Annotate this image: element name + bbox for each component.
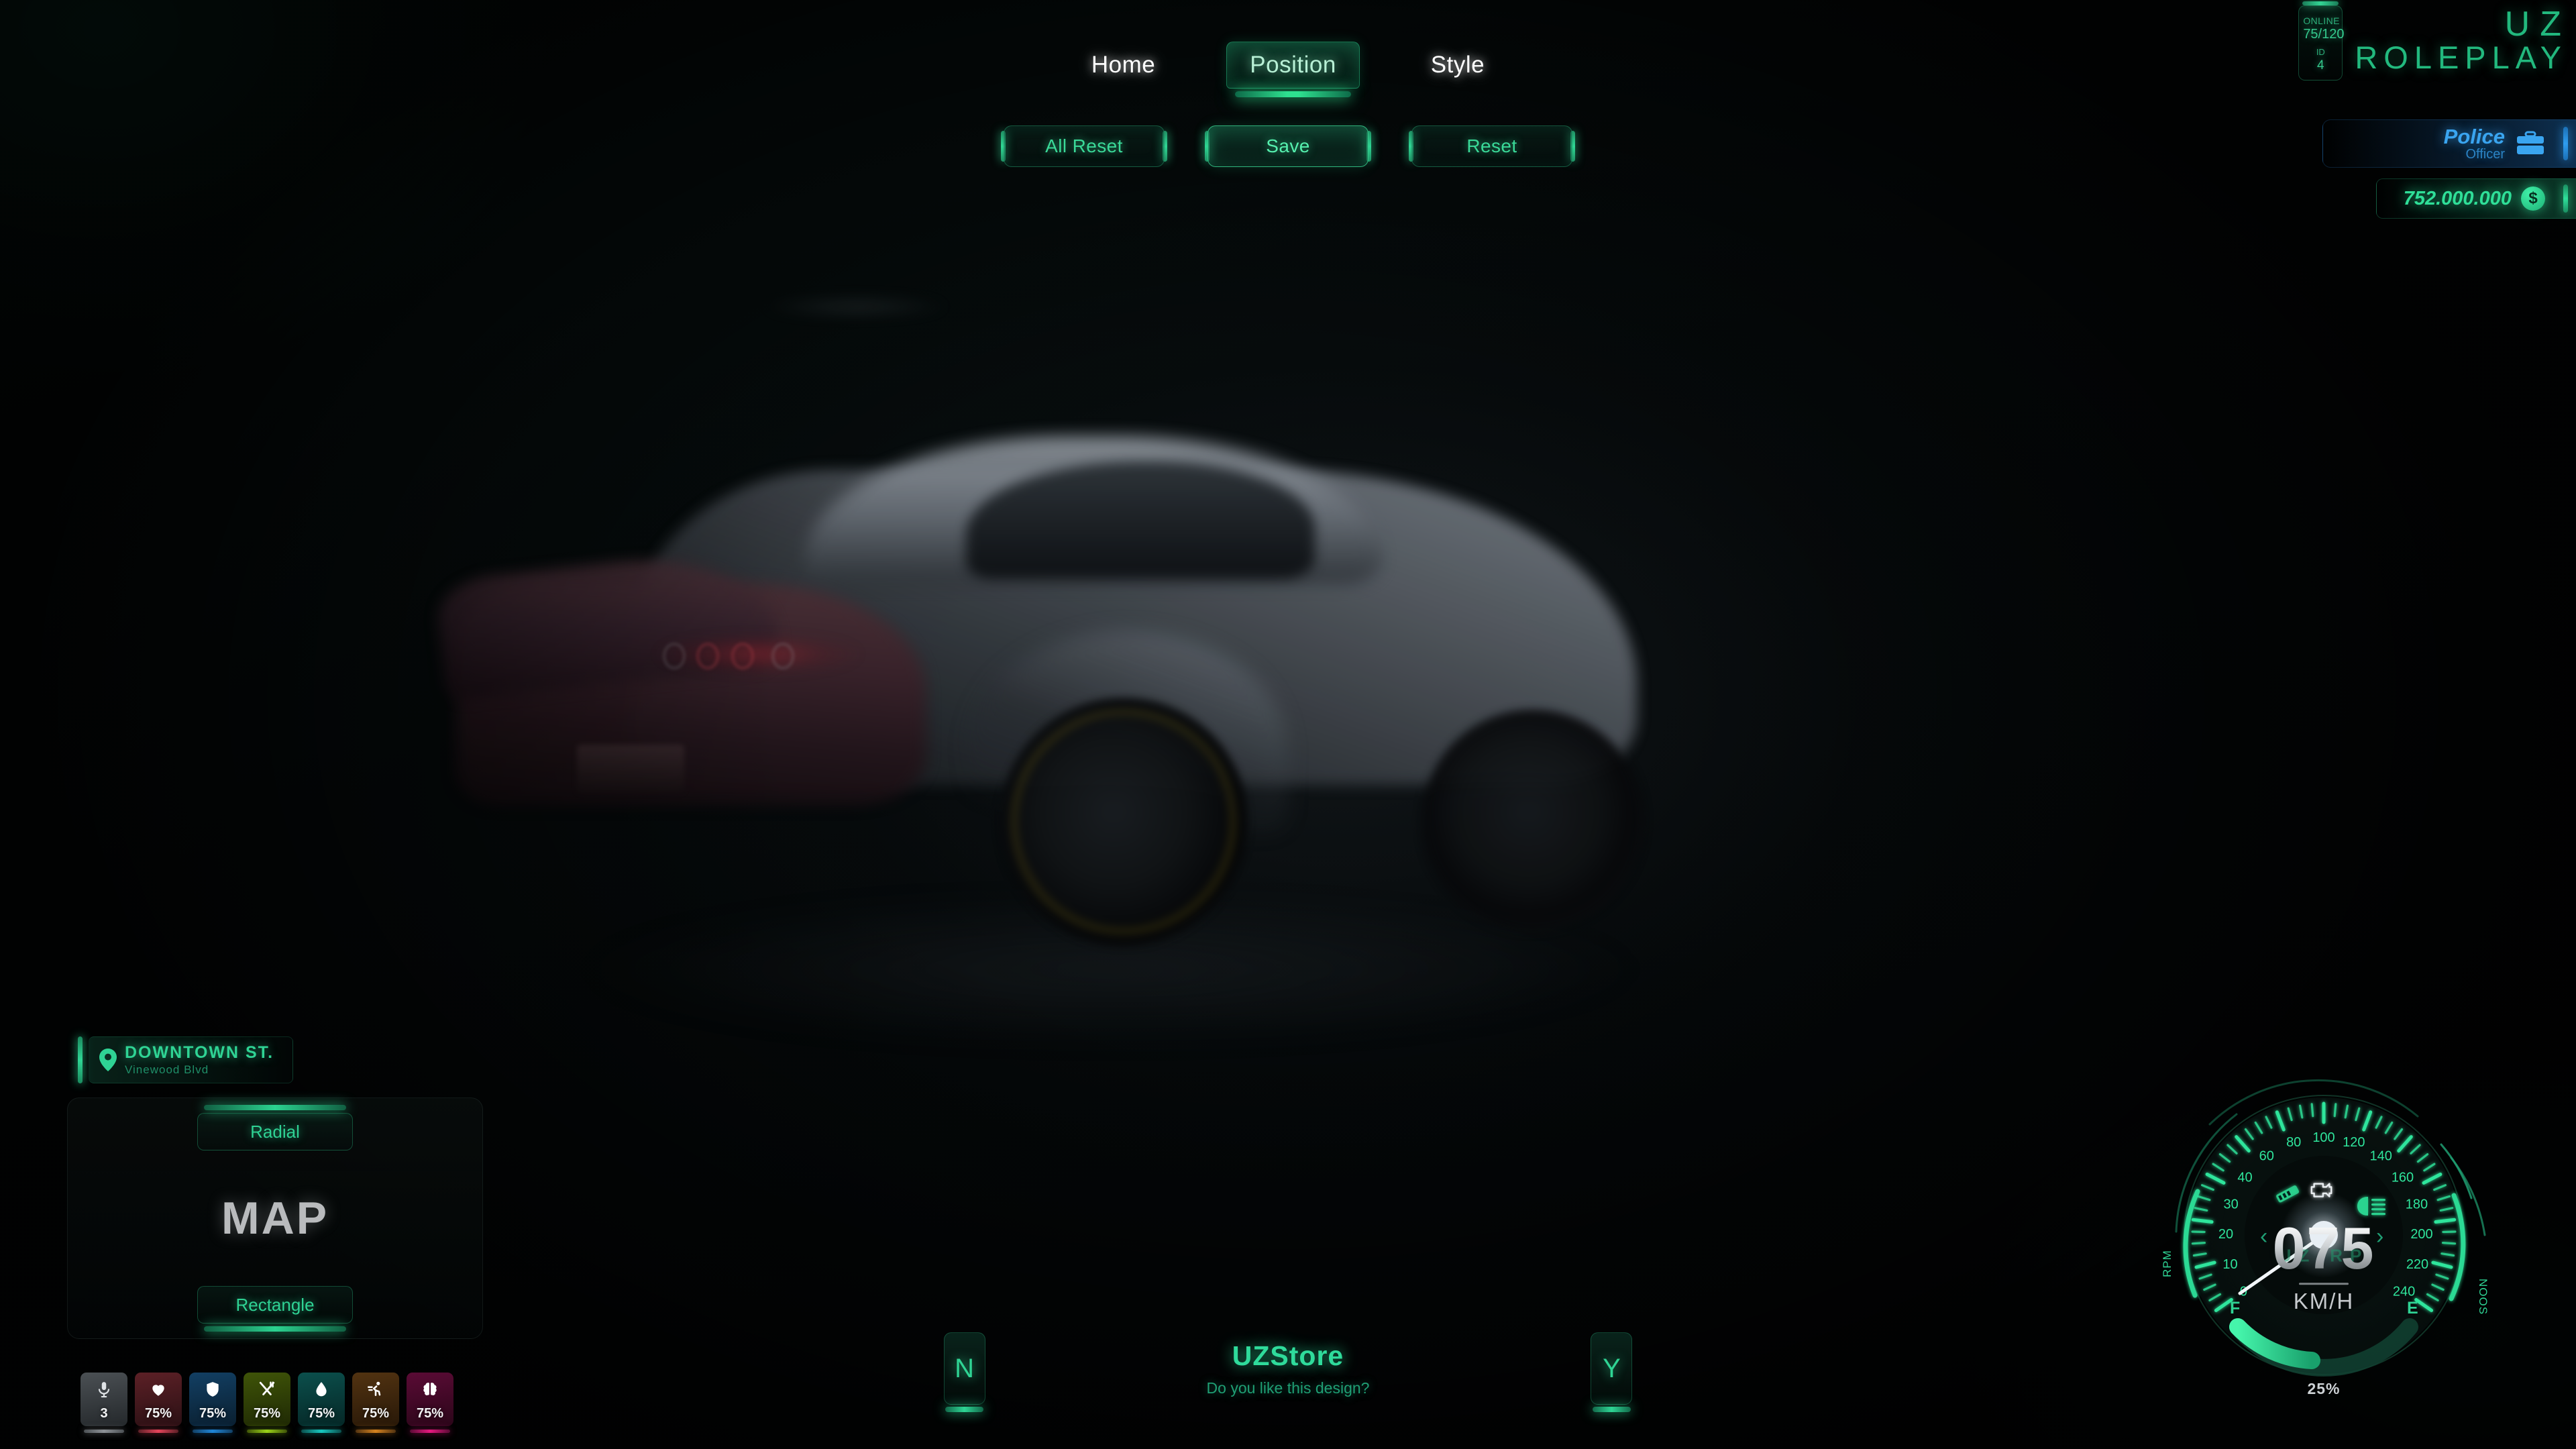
- location-text: DOWNTOWN ST. Vinewood Blvd: [125, 1043, 274, 1077]
- status-value: 3: [100, 1405, 108, 1421]
- status-value: 75%: [307, 1405, 335, 1421]
- map-shape-radial-button[interactable]: Radial: [197, 1105, 353, 1150]
- nos-label: NOOS: [2477, 1279, 2489, 1315]
- prompt-question: Do you like this design?: [1206, 1379, 1370, 1397]
- save-button-wrap: Save: [1205, 125, 1371, 167]
- save-button[interactable]: Save: [1208, 125, 1368, 167]
- car-taillight: [771, 643, 794, 669]
- fuel-empty-label: E: [2407, 1299, 2418, 1318]
- car-rear-wheel: [1000, 698, 1248, 946]
- status-value: 75%: [144, 1405, 172, 1421]
- logo-line-2: ROLEPLAY: [2355, 40, 2567, 76]
- car-taillight-glow: [657, 634, 859, 674]
- online-count: 75/120: [2303, 27, 2345, 42]
- dollar-icon: $: [2521, 186, 2545, 211]
- status-value: 75%: [362, 1405, 390, 1421]
- reset-button[interactable]: Reset: [1411, 125, 1572, 167]
- status-value: 75%: [253, 1405, 281, 1421]
- tick-label: 20: [2218, 1227, 2233, 1242]
- minimap-panel: Radial MAP Rectangle: [67, 1097, 483, 1339]
- map-shape-rectangle-button[interactable]: Rectangle: [197, 1286, 353, 1332]
- prompt-title: UZStore: [1232, 1340, 1344, 1371]
- tick-label: 160: [2392, 1170, 2414, 1185]
- status-value: 75%: [199, 1405, 227, 1421]
- status-underline: [138, 1430, 179, 1433]
- player-id-label: ID: [2316, 47, 2325, 57]
- tick-label: 200: [2410, 1227, 2432, 1242]
- status-underline: [355, 1430, 396, 1433]
- money-amount: 752.000.000: [2403, 187, 2512, 209]
- location-street: DOWNTOWN ST.: [125, 1043, 274, 1062]
- action-button-row: All Reset Save Reset: [0, 125, 2576, 167]
- car-license-plate: [577, 745, 684, 793]
- tick-label: 220: [2406, 1257, 2428, 1272]
- next-chevron-icon: ›: [2376, 1224, 2383, 1249]
- fuel-percent: 25%: [2307, 1380, 2341, 1397]
- all-reset-button[interactable]: All Reset: [1004, 125, 1165, 167]
- player-id-value: 4: [2317, 58, 2324, 72]
- rpm-label: RPM: [2161, 1250, 2174, 1277]
- location-badge: DOWNTOWN ST. Vinewood Blvd: [78, 1036, 294, 1083]
- tick-label: 240: [2393, 1285, 2415, 1299]
- tick-label: 10: [2222, 1257, 2237, 1272]
- prompt-key-no[interactable]: N: [943, 1332, 985, 1412]
- speedometer-brand: UZ-RP: [2278, 1245, 2369, 1266]
- nav-tab-position[interactable]: Position: [1226, 42, 1360, 97]
- car-front-wheel: [1422, 710, 1644, 931]
- map-placeholder-label: MAP: [221, 1193, 329, 1244]
- map-pin-icon: [99, 1049, 117, 1071]
- all-reset-button-wrap: All Reset: [1001, 125, 1167, 167]
- fuel-full-label: F: [2230, 1299, 2240, 1318]
- money-bar: 752.000.000 $: [2376, 178, 2576, 219]
- location-zone: Vinewood Blvd: [125, 1063, 209, 1076]
- job-title: Police: [2443, 125, 2505, 148]
- status-underline: [246, 1430, 288, 1433]
- job-rank: Officer: [2465, 146, 2505, 162]
- tick-label: 80: [2286, 1135, 2301, 1150]
- status-underline: [409, 1430, 451, 1433]
- tick-label: 60: [2259, 1149, 2274, 1164]
- tick-label: 40: [2237, 1170, 2252, 1185]
- online-label: ONLINE: [2303, 15, 2340, 26]
- online-players-badge: ONLINE 75/120 ID 4: [2298, 1, 2345, 80]
- location-accent-bar: [78, 1036, 83, 1083]
- car-illustration: [376, 429, 1905, 1100]
- server-logo: UZ ROLEPLAY: [2355, 5, 2561, 74]
- car-taillight: [731, 643, 754, 669]
- tick-label: 180: [2406, 1197, 2428, 1212]
- tick-label: 100: [2312, 1130, 2334, 1145]
- tick-label: 30: [2223, 1197, 2238, 1212]
- status-value: 75%: [416, 1405, 444, 1421]
- car-taillight: [696, 643, 719, 669]
- nav-tab-home[interactable]: Home: [1069, 42, 1178, 88]
- speedometer: 0102030406080100120140160180200220240 F …: [2136, 1064, 2512, 1413]
- brand-header: ONLINE 75/120 ID 4 UZ ROLEPLAY: [2298, 1, 2561, 80]
- speedometer-dial: 0102030406080100120140160180200220240 F …: [2161, 1079, 2489, 1377]
- tick-label: 120: [2343, 1135, 2365, 1150]
- nav-tab-style[interactable]: Style: [1408, 42, 1507, 88]
- status-underline: [192, 1430, 233, 1433]
- status-underline: [301, 1430, 342, 1433]
- car-taillight: [663, 643, 686, 669]
- logo-line-1: UZ: [2504, 5, 2571, 44]
- job-text: Police Officer: [2444, 126, 2505, 161]
- scene-haze: [758, 295, 953, 318]
- status-underline: [83, 1430, 125, 1433]
- job-status-bar: Police Officer: [2322, 119, 2576, 168]
- prompt-message: UZStore Do you like this design?: [1207, 1340, 1370, 1397]
- location-body: DOWNTOWN ST. Vinewood Blvd: [89, 1036, 294, 1083]
- prev-chevron-icon: ‹: [2260, 1224, 2267, 1249]
- briefcase-icon: [2516, 131, 2545, 156]
- reset-button-wrap: Reset: [1409, 125, 1575, 167]
- top-navigation: Home Position Style: [0, 42, 2576, 97]
- prompt-key-yes[interactable]: Y: [1591, 1332, 1633, 1412]
- tick-label: 140: [2370, 1149, 2392, 1164]
